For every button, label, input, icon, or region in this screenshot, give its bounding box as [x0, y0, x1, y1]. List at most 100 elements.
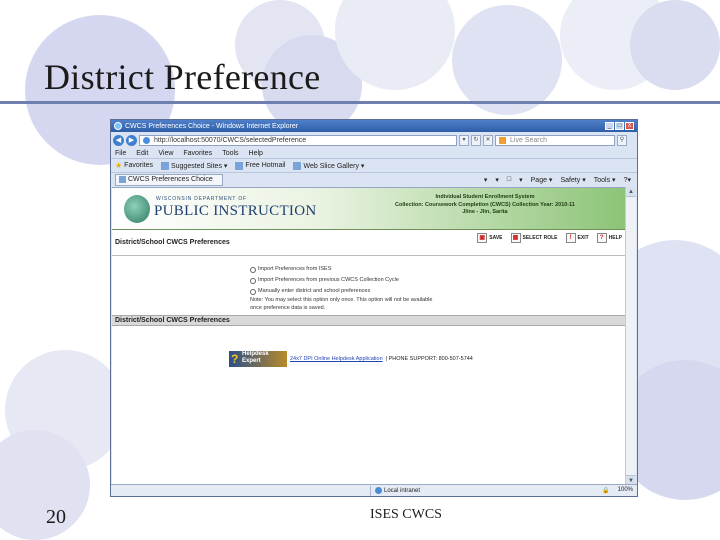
minimize-button[interactable]: _ — [605, 122, 614, 130]
star-icon: ★ — [115, 161, 123, 170]
menu-view[interactable]: View — [158, 150, 173, 157]
banner-info: Individual Student Enrollment System Col… — [370, 194, 600, 217]
page-icon — [160, 161, 169, 170]
option-import-ises[interactable]: Import Preferences from ISES — [250, 264, 626, 275]
slide-title: District Preference — [44, 57, 321, 97]
maximize-button[interactable]: □ — [615, 122, 624, 130]
option-label: Import Preferences from ISES — [258, 266, 332, 272]
page-icon — [119, 176, 126, 183]
vertical-scrollbar[interactable]: ▲ ▼ — [625, 187, 636, 485]
menu-bar: File Edit View Favorites Tools Help — [111, 148, 637, 158]
logo-title: PUBLIC INSTRUCTION — [154, 203, 317, 219]
select-role-icon: ▦ — [510, 233, 521, 243]
exit-label: EXIT — [577, 235, 589, 241]
favorites-button[interactable]: ★ Favorites — [115, 161, 153, 170]
favorite-free-hotmail[interactable]: Free Hotmail — [235, 161, 286, 170]
radio-button[interactable] — [250, 277, 256, 284]
help-button[interactable]: ? HELP — [596, 233, 622, 243]
radio-button[interactable] — [250, 266, 256, 273]
note-line: Note: You may select this option only on… — [250, 297, 433, 303]
banner-user: Jline - Jlin, Sarita — [462, 209, 508, 215]
help-icon: ? — [596, 233, 607, 243]
status-bar: Local intranet 🔒 100% — [111, 484, 637, 496]
page-menu[interactable]: Page ▾ — [531, 176, 553, 184]
menu-favorites[interactable]: Favorites — [183, 150, 212, 157]
protected-mode-icon: 🔒 — [602, 488, 610, 494]
note-line: once preference data is saved. — [250, 305, 326, 311]
refresh-icon[interactable]: ↻ — [471, 134, 481, 146]
helpdesk-link[interactable]: 24x7 DPI Online Helpdesk Application — [290, 356, 383, 362]
browser-window: CWCS Preferences Choice - Windows Intern… — [110, 119, 638, 497]
menu-help[interactable]: Help — [249, 150, 263, 157]
save-label: SAVE — [489, 235, 503, 241]
section-header: District/School CWCS Preferences — [112, 315, 626, 326]
exit-icon: ! — [565, 233, 576, 243]
banner-collection: Collection: Coursework Completion (CWCS)… — [395, 201, 575, 208]
save-icon: ▣ — [477, 233, 488, 243]
home-icon[interactable]: ▾ — [484, 176, 488, 184]
favorite-label: Free Hotmail — [245, 162, 286, 169]
forward-button[interactable]: ▶ — [126, 134, 137, 146]
tab-cwcs-preferences[interactable]: CWCS Preferences Choice — [115, 173, 223, 186]
helpdesk-expert-logo: Helpdesk Expert — [229, 351, 287, 367]
page-icon — [235, 161, 244, 170]
action-toolbar: ▣ SAVE ▦ SELECT ROLE ! EXIT ? HELP — [477, 233, 622, 243]
helpdesk-footer: Helpdesk Expert 24x7 DPI Online Helpdesk… — [229, 351, 473, 367]
mail-icon[interactable]: □ — [507, 176, 511, 184]
command-bar: ▾ ▾ □ ▾ Page ▾ Safety ▾ Tools ▾ ?▾ — [484, 176, 637, 184]
back-button[interactable]: ◀ — [113, 134, 124, 146]
page-icon — [293, 161, 302, 170]
security-zone: Local intranet — [370, 485, 421, 496]
option-import-previous[interactable]: Import Preferences from previous CWCS Co… — [250, 275, 626, 286]
favorites-bar: ★ Favorites Suggested Sites ▾ Free Hotma… — [111, 158, 637, 172]
search-input[interactable]: Live Search — [495, 134, 615, 146]
favorite-label: Web Slice Gallery ▾ — [303, 162, 365, 170]
save-button[interactable]: ▣ SAVE — [477, 233, 503, 243]
tab-label: CWCS Preferences Choice — [128, 176, 213, 183]
feeds-icon[interactable]: ▾ — [495, 176, 499, 184]
preferences-header: District/School CWCS Preferences ▣ SAVE … — [112, 230, 626, 256]
dpi-banner: WISCONSIN DEPARTMENT OF PUBLIC INSTRUCTI… — [112, 188, 626, 230]
window-title: CWCS Preferences Choice - Windows Intern… — [125, 122, 299, 130]
search-icon[interactable]: ⚲ — [617, 134, 627, 146]
safety-menu[interactable]: Safety ▾ — [560, 176, 585, 184]
zoom-level[interactable]: 100% — [618, 487, 633, 494]
option-label: Import Preferences from previous CWCS Co… — [258, 277, 399, 283]
menu-edit[interactable]: Edit — [136, 150, 148, 157]
close-button[interactable]: X — [625, 122, 634, 130]
zone-label: Local intranet — [384, 487, 421, 494]
globe-icon — [375, 487, 382, 494]
help-menu-icon[interactable]: ?▾ — [624, 176, 631, 184]
favorites-label: Favorites — [124, 162, 153, 169]
select-role-label: SELECT ROLE — [522, 235, 558, 241]
help-label: HELP — [608, 235, 622, 241]
helpdesk-logo-text: Helpdesk — [242, 351, 269, 357]
slide-number: 20 — [46, 506, 66, 528]
favorite-web-slice-gallery[interactable]: Web Slice Gallery ▾ — [293, 161, 365, 170]
menu-file[interactable]: File — [115, 150, 126, 157]
option-note: Note: You may select this option only on… — [250, 296, 626, 312]
tools-menu[interactable]: Tools ▾ — [594, 176, 616, 184]
decor-circle — [452, 5, 562, 115]
stop-icon[interactable]: ✕ — [483, 134, 493, 146]
exit-button[interactable]: ! EXIT — [565, 233, 589, 243]
phone-support: | PHONE SUPPORT: 800-507-5744 — [385, 356, 473, 362]
radio-button[interactable] — [250, 288, 256, 295]
url-input[interactable]: http://localhost:50070/CWCS/selectedPref… — [139, 134, 457, 146]
decor-circle — [630, 0, 720, 90]
slide-footer: ISES CWCS — [370, 507, 442, 522]
status-right: 🔒 100% — [602, 487, 637, 494]
ie-icon — [114, 122, 122, 130]
menu-tools[interactable]: Tools — [222, 150, 238, 157]
tab-bar: CWCS Preferences Choice ▾ ▾ □ ▾ Page ▾ S… — [111, 172, 637, 186]
print-icon[interactable]: ▾ — [519, 176, 523, 184]
scroll-up-icon[interactable]: ▲ — [626, 187, 636, 197]
favorite-suggested-sites[interactable]: Suggested Sites ▾ — [160, 161, 227, 170]
helpdesk-logo-text: Expert — [242, 358, 261, 364]
browser-titlebar: CWCS Preferences Choice - Windows Intern… — [111, 120, 637, 132]
preference-options: Import Preferences from ISES Import Pref… — [112, 256, 626, 312]
banner-system-name: Individual Student Enrollment System — [435, 194, 535, 200]
url-dropdown-button[interactable]: ▾ — [459, 134, 469, 146]
select-role-button[interactable]: ▦ SELECT ROLE — [510, 233, 558, 243]
title-rule — [0, 101, 720, 104]
